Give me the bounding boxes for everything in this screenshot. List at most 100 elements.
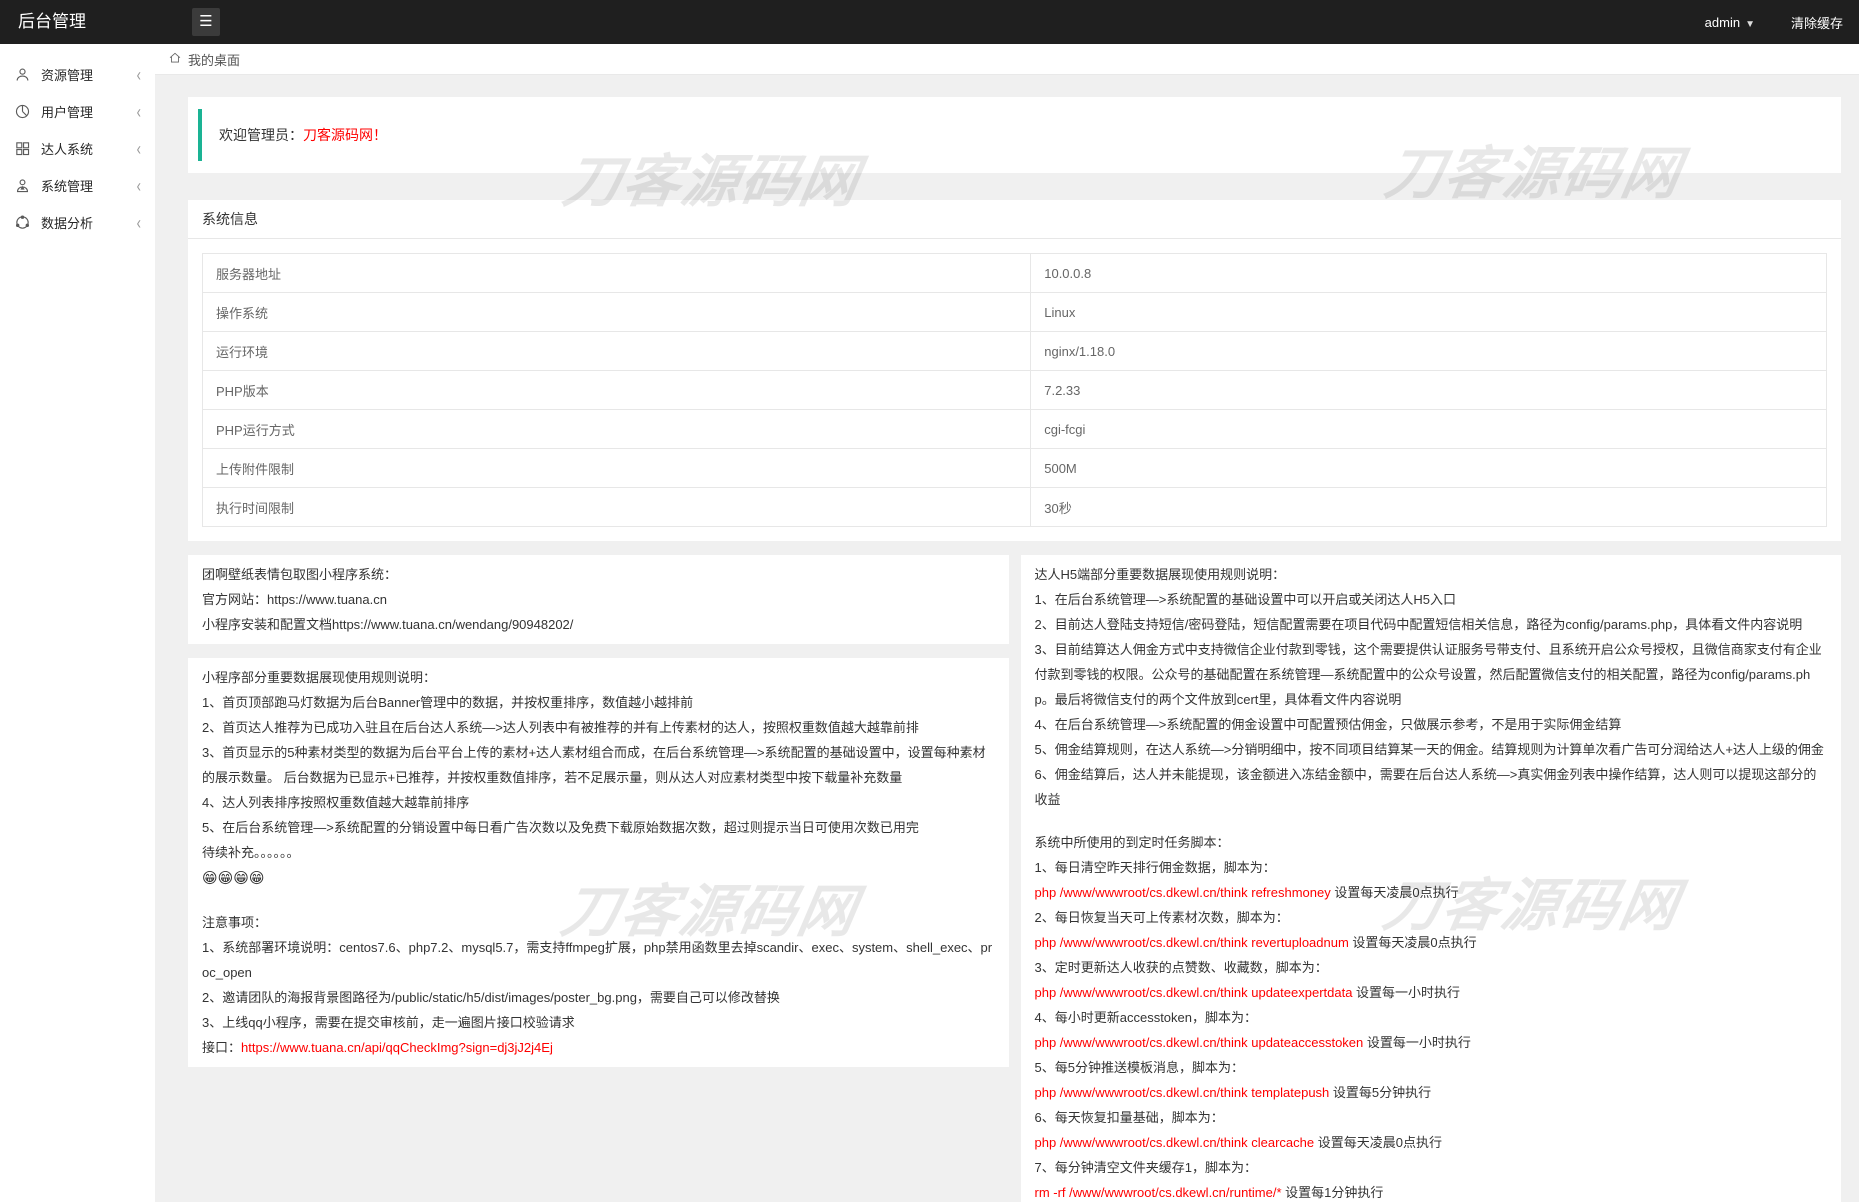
chevron-left-icon: ‹ [137, 175, 141, 196]
table-row: 上传附件限制 500M [203, 449, 1827, 488]
cron-schedule: 设置每天凌晨0点执行 [1314, 1135, 1442, 1150]
left-column: 团啊壁纸表情包取图小程序系统： 官方网站：https://www.tuana.c… [188, 555, 1009, 1067]
sidebar-item-data-analysis[interactable]: 数据分析 ‹ [0, 204, 155, 241]
system-info-table: 服务器地址 10.0.0.8 操作系统 Linux 运行环境 nginx/1.1… [202, 253, 1827, 527]
table-row: PHP版本 7.2.33 [203, 371, 1827, 410]
user-dropdown[interactable]: admin▼ [1705, 15, 1755, 30]
breadcrumb: 我的桌面 [155, 44, 1859, 75]
chevron-left-icon: ‹ [137, 64, 141, 85]
chevron-left-icon: ‹ [137, 212, 141, 233]
cron-command-line: php /www/wwwroot/cs.dkewl.cn/think refre… [1035, 880, 1828, 905]
row-value: Linux [1031, 293, 1827, 332]
sidebar: 资源管理 ‹ 用户管理 ‹ 达人系统 ‹ 系统管理 ‹ 数据分析 ‹ [0, 44, 155, 1202]
table-row: 执行时间限制 30秒 [203, 488, 1827, 527]
system-info-title: 系统信息 [188, 200, 1841, 239]
row-value: 30秒 [1031, 488, 1827, 527]
row-value: 10.0.0.8 [1031, 254, 1827, 293]
cron-command-line: php /www/wwwroot/cs.dkewl.cn/think updat… [1035, 1030, 1828, 1055]
system-info-card: 系统信息 服务器地址 10.0.0.8 操作系统 Linux 运行环境 ngin… [188, 200, 1841, 541]
intro-line: 小程序安装和配置文档https://www.tuana.cn/wendang/9… [202, 612, 995, 637]
note-line: 2、邀请团队的海报背景图路径为/public/static/h5/dist/im… [202, 985, 995, 1010]
person-badge-icon [14, 177, 31, 194]
cron-schedule: 设置每1分钟执行 [1282, 1185, 1384, 1200]
chevron-left-icon: ‹ [137, 138, 141, 159]
cron-step-label: 1、每日清空昨天排行佣金数据，脚本为： [1035, 855, 1828, 880]
cron-command-line: php /www/wwwroot/cs.dkewl.cn/think clear… [1035, 1130, 1828, 1155]
sidebar-item-system-management[interactable]: 系统管理 ‹ [0, 167, 155, 204]
row-value: cgi-fcgi [1031, 410, 1827, 449]
sidebar-item-label: 达人系统 [41, 139, 137, 158]
note-line: 3、上线qq小程序，需要在提交审核前，走一遍图片接口校验请求 [202, 1010, 995, 1035]
cron-command-line: php /www/wwwroot/cs.dkewl.cn/think templ… [1035, 1080, 1828, 1105]
note-line: 1、系统部署环境说明：centos7.6、php7.2、mysql5.7，需支持… [202, 935, 995, 985]
miniapp-intro-block: 团啊壁纸表情包取图小程序系统： 官方网站：https://www.tuana.c… [188, 555, 1009, 644]
sidebar-item-label: 数据分析 [41, 213, 137, 232]
sidebar-item-label: 用户管理 [41, 102, 137, 121]
rule-line: 2、首页达人推荐为已成功入驻且在后台达人系统—>达人列表中有被推荐的并有上传素材… [202, 715, 995, 740]
rule-line: 1、在后台系统管理—>系统配置的基础设置中可以开启或关闭达人H5入口 [1035, 587, 1828, 612]
topbar-right: admin▼ 清除缓存 [1705, 0, 1843, 44]
sidebar-item-user-management[interactable]: 用户管理 ‹ [0, 93, 155, 130]
rule-line: 1、首页顶部跑马灯数据为后台Banner管理中的数据，并按权重排序，数值越小越排… [202, 690, 995, 715]
row-label: 执行时间限制 [203, 488, 1031, 527]
cron-command-line: php /www/wwwroot/cs.dkewl.cn/think updat… [1035, 980, 1828, 1005]
cron-command-line: php /www/wwwroot/cs.dkewl.cn/think rever… [1035, 930, 1828, 955]
rule-line: 4、在后台系统管理—>系统配置的佣金设置中可配置预估佣金，只做展示参考，不是用于… [1035, 712, 1828, 737]
cron-schedule: 设置每一小时执行 [1352, 985, 1460, 1000]
row-label: 服务器地址 [203, 254, 1031, 293]
row-label: 运行环境 [203, 332, 1031, 371]
emoji-row: 😁😁😁😁 [202, 865, 995, 892]
cron-step-label: 5、每5分钟推送模板消息，脚本为： [1035, 1055, 1828, 1080]
sidebar-item-expert-system[interactable]: 达人系统 ‹ [0, 130, 155, 167]
main-content: 欢迎管理员：刀客源码网！ 系统信息 服务器地址 10.0.0.8 操作系统 Li… [155, 75, 1859, 1202]
cron-command: php /www/wwwroot/cs.dkewl.cn/think templ… [1035, 1085, 1330, 1100]
rule-line: 5、佣金结算规则，在达人系统—>分销明细中，按不同项目结算某一天的佣金。结算规则… [1035, 737, 1828, 762]
cron-command: php /www/wwwroot/cs.dkewl.cn/think rever… [1035, 935, 1349, 950]
pie-chart-icon [14, 103, 31, 120]
hamburger-icon: ☰ [199, 13, 212, 30]
breadcrumb-item-desktop[interactable]: 我的桌面 [188, 50, 240, 69]
right-column: 达人H5端部分重要数据展现使用规则说明： 1、在后台系统管理—>系统配置的基础设… [1021, 555, 1842, 1202]
cron-command: php /www/wwwroot/cs.dkewl.cn/think clear… [1035, 1135, 1315, 1150]
sidebar-item-resource-management[interactable]: 资源管理 ‹ [0, 56, 155, 93]
cron-command: php /www/wwwroot/cs.dkewl.cn/think updat… [1035, 985, 1353, 1000]
rules-title: 小程序部分重要数据展现使用规则说明： [202, 665, 995, 690]
lower-columns: 团啊壁纸表情包取图小程序系统： 官方网站：https://www.tuana.c… [188, 555, 1841, 1202]
cron-command: rm -rf /www/wwwroot/cs.dkewl.cn/runtime/… [1035, 1185, 1282, 1200]
table-row: 服务器地址 10.0.0.8 [203, 254, 1827, 293]
cron-step-label: 3、定时更新达人收获的点赞数、收藏数，脚本为： [1035, 955, 1828, 980]
topbar: 后台管理 ☰ admin▼ 清除缓存 [0, 0, 1859, 44]
sidebar-item-label: 系统管理 [41, 176, 137, 195]
caret-down-icon: ▼ [1745, 19, 1755, 30]
cron-step-label: 6、每天恢复扣量基础，脚本为： [1035, 1105, 1828, 1130]
cron-schedule: 设置每天凌晨0点执行 [1349, 935, 1477, 950]
welcome-prefix: 欢迎管理员： [219, 125, 303, 145]
rule-line: 3、首页显示的5种素材类型的数据为后台平台上传的素材+达人素材组合而成，在后台系… [202, 740, 995, 790]
app-title: 后台管理 [18, 0, 86, 44]
welcome-alert: 欢迎管理员：刀客源码网！ [198, 109, 1831, 161]
rule-line: 4、达人列表排序按照权重数值越大越靠前排序 [202, 790, 995, 815]
api-check-link[interactable]: https://www.tuana.cn/api/qqCheckImg?sign… [241, 1040, 553, 1055]
cron-schedule: 设置每天凌晨0点执行 [1331, 885, 1459, 900]
sidebar-toggle-button[interactable]: ☰ [192, 8, 220, 36]
row-value: 500M [1031, 449, 1827, 488]
table-row: 操作系统 Linux [203, 293, 1827, 332]
cron-schedule: 设置每5分钟执行 [1329, 1085, 1431, 1100]
cron-schedule: 设置每一小时执行 [1363, 1035, 1471, 1050]
api-label: 接口： [202, 1040, 241, 1055]
h5-rules-block: 达人H5端部分重要数据展现使用规则说明： 1、在后台系统管理—>系统配置的基础设… [1021, 555, 1842, 1202]
user-icon [14, 66, 31, 83]
row-value: 7.2.33 [1031, 371, 1827, 410]
sidebar-item-label: 资源管理 [41, 65, 137, 84]
rule-line: 6、佣金结算后，达人并未能提现，该金额进入冻结金额中，需要在后台达人系统—>真实… [1035, 762, 1828, 812]
cron-command: php /www/wwwroot/cs.dkewl.cn/think refre… [1035, 885, 1331, 900]
cron-command-line: rm -rf /www/wwwroot/cs.dkewl.cn/runtime/… [1035, 1180, 1828, 1202]
h5-rules-title: 达人H5端部分重要数据展现使用规则说明： [1035, 562, 1828, 587]
intro-line: 官方网站：https://www.tuana.cn [202, 587, 995, 612]
home-icon [168, 51, 182, 68]
cron-title: 系统中所使用的到定时任务脚本： [1035, 830, 1828, 855]
clear-cache-button[interactable]: 清除缓存 [1791, 13, 1843, 32]
rule-line: 2、目前达人登陆支持短信/密码登陆，短信配置需要在项目代码中配置短信相关信息，路… [1035, 612, 1828, 637]
row-label: 上传附件限制 [203, 449, 1031, 488]
rule-line: 3、目前结算达人佣金方式中支持微信企业付款到零钱，这个需要提供认证服务号带支付、… [1035, 637, 1828, 712]
